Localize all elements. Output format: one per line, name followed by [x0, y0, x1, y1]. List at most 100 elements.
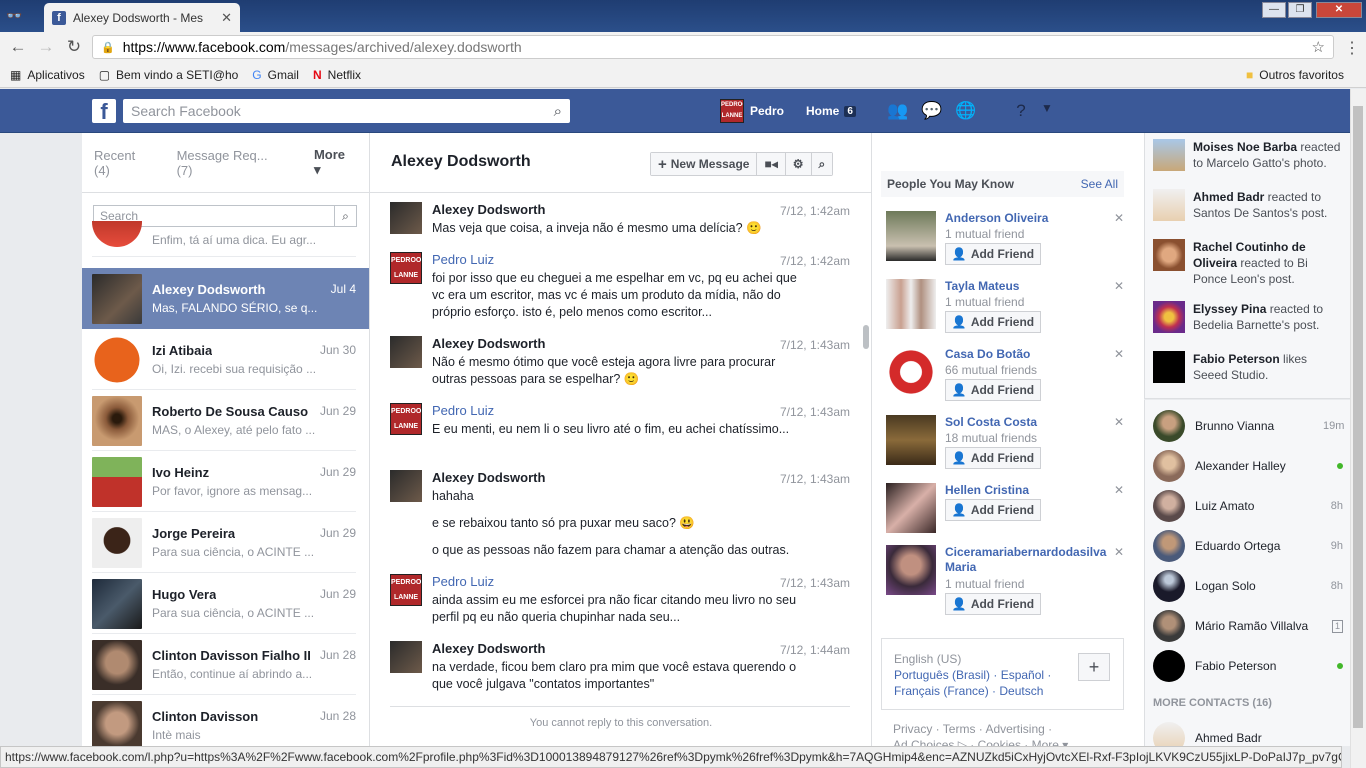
pymk-name[interactable]: Anderson Oliveira — [945, 211, 1103, 226]
sender-name[interactable]: Alexey Dodsworth — [432, 470, 545, 485]
pymk-name[interactable]: Sol Costa Costa — [945, 415, 1103, 430]
other-bookmarks[interactable]: ■ Outros favoritos — [1246, 68, 1344, 82]
new-message-button[interactable]: + New Message — [651, 153, 758, 175]
facebook-search-input[interactable]: Search Facebook ⌕ — [123, 99, 570, 123]
thread-item[interactable]: Jorge Pereira Jun 29 Para sua ciência, o A… — [82, 512, 369, 573]
contact-avatar — [1153, 410, 1185, 442]
sender-name[interactable]: Pedro Luiz — [432, 403, 494, 418]
more-dropdown[interactable]: More ▾ — [314, 147, 360, 178]
search-icon[interactable]: ⌕ — [554, 103, 562, 120]
pymk-avatar[interactable] — [886, 211, 936, 261]
chat-contact[interactable]: Eduardo Ortega 9h — [1153, 526, 1343, 566]
friend-requests-icon[interactable]: 👥 — [887, 101, 909, 123]
bookmark-gmail[interactable]: G Gmail — [252, 68, 299, 82]
message-avatar[interactable]: PEDROOM LANNE — [390, 403, 422, 435]
bookmark-seti[interactable]: ▢ Bem vindo a SETI@ho — [99, 68, 239, 82]
add-friend-button[interactable]: 👤 Add Friend — [945, 311, 1041, 333]
chat-contact[interactable]: Logan Solo 8h — [1153, 566, 1343, 606]
message: PEDROOM LANNE Pedro Luiz 7/12, 1:43am ai… — [390, 574, 860, 634]
reload-icon[interactable]: ↻ — [60, 37, 88, 57]
message-avatar[interactable] — [390, 470, 422, 502]
add-friend-button[interactable]: 👤 Add Friend — [945, 447, 1041, 469]
tab-recent[interactable]: Recent (4) — [94, 148, 167, 178]
message-avatar[interactable]: PEDROOM LANNE — [390, 252, 422, 284]
dismiss-icon[interactable]: ✕ — [1114, 347, 1124, 361]
dismiss-icon[interactable]: ✕ — [1114, 545, 1124, 559]
ticker-item[interactable]: Rachel Coutinho de Oliveira reacted to B… — [1153, 239, 1345, 287]
profile-link[interactable]: PEDROOM LANNE Pedro — [720, 99, 784, 123]
browser-tab[interactable]: f Alexey Dodsworth - Mes ✕ — [44, 3, 240, 32]
facebook-logo-icon[interactable]: f — [92, 99, 116, 124]
ticker-item[interactable]: Elyssey Pina reacted to Bedelia Barnette… — [1153, 301, 1345, 333]
pymk-avatar[interactable] — [886, 347, 936, 397]
close-tab-icon[interactable]: ✕ — [221, 10, 232, 26]
thread-item[interactable]: Roberto De Sousa Causo Jun 29 MAS, o Alexe… — [82, 390, 369, 451]
ticker-item[interactable]: Fabio Peterson likes Seeed Studio. — [1153, 351, 1345, 383]
bookmark-netflix[interactable]: N Netflix — [313, 68, 361, 82]
pymk-avatar[interactable] — [886, 545, 936, 595]
bookmark-star-icon[interactable]: ☆ — [1312, 38, 1325, 56]
thread-item[interactable]: Hugo Vera Jun 29 Para sua ciência, o ACINT… — [82, 573, 369, 634]
add-friend-button[interactable]: 👤 Add Friend — [945, 499, 1041, 521]
address-bar[interactable]: 🔒 https://www.facebook.com /messages/arc… — [92, 35, 1334, 59]
pymk-name[interactable]: Casa Do Botão — [945, 347, 1103, 362]
ticker-item[interactable]: Ahmed Badr reacted to Santos De Santos's… — [1153, 189, 1345, 221]
sender-name[interactable]: Alexey Dodsworth — [432, 336, 545, 351]
message-avatar[interactable] — [390, 336, 422, 368]
dismiss-icon[interactable]: ✕ — [1114, 483, 1124, 497]
messages-icon[interactable]: 💬 — [921, 101, 943, 123]
minimize-icon[interactable]: — — [1262, 2, 1286, 18]
add-friend-button[interactable]: 👤 Add Friend — [945, 379, 1041, 401]
account-menu-caret-icon[interactable]: ▼ — [1036, 101, 1058, 123]
add-friend-button[interactable]: 👤 Add Friend — [945, 593, 1041, 615]
chat-contact[interactable]: Mário Ramão Villalva 1 — [1153, 606, 1343, 646]
bookmark-apps[interactable]: ▦ Aplicativos — [10, 68, 85, 82]
notifications-globe-icon[interactable]: 🌐 — [955, 101, 977, 123]
page-scrollbar-thumb[interactable] — [1353, 106, 1363, 728]
tab-message-requests[interactable]: Message Req... (7) — [177, 148, 294, 178]
add-friend-button[interactable]: 👤 Add Friend — [945, 243, 1041, 265]
ticker-item[interactable]: Moises Noe Barba reacted to Marcelo Gatt… — [1153, 139, 1345, 171]
pymk-name[interactable]: Tayla Mateus — [945, 279, 1103, 294]
message-avatar[interactable]: PEDROOM LANNE — [390, 574, 422, 606]
add-language-button[interactable]: + — [1078, 653, 1110, 681]
thread-item[interactable]: Clinton Davisson Fialho II Jun 28 Então, c… — [82, 634, 369, 695]
pymk-avatar[interactable] — [886, 415, 936, 465]
message-avatar[interactable] — [390, 202, 422, 234]
chat-contact[interactable]: Luiz Amato 8h — [1153, 486, 1343, 526]
window-close-icon[interactable]: ✕ — [1316, 2, 1362, 18]
language-links[interactable]: Français (France) · Deutsch — [894, 683, 1111, 699]
thread-item[interactable]: Ivo Heinz Jun 29 Por favor, ignore as mens… — [82, 451, 369, 512]
sender-name[interactable]: Alexey Dodsworth — [432, 202, 545, 217]
chat-contact[interactable]: Fabio Peterson — [1153, 646, 1343, 686]
home-link[interactable]: Home 6 — [806, 104, 856, 118]
sender-name[interactable]: Pedro Luiz — [432, 252, 494, 267]
conversation-scrollbar[interactable] — [863, 325, 869, 349]
thread-item[interactable]: Izi Atibaia Jun 30 Oi, Izi. recebi sua req… — [82, 329, 369, 390]
thread-item[interactable]: Enfim, tá aí uma dica. Eu agr... — [82, 221, 369, 257]
help-icon[interactable]: ? — [1010, 101, 1032, 123]
chat-contact[interactable]: Brunno Vianna 19m — [1153, 406, 1344, 446]
thread-item[interactable]: Clinton Davisson Jun 28 Intè mais — [82, 695, 369, 746]
forward-icon[interactable]: → — [32, 37, 60, 57]
video-call-button[interactable]: ■◂ — [757, 153, 786, 175]
dismiss-icon[interactable]: ✕ — [1114, 415, 1124, 429]
chat-contact[interactable]: Ahmed Badr — [1153, 718, 1343, 746]
maximize-icon[interactable]: ❐ — [1288, 2, 1312, 18]
search-conversation-button[interactable]: ⌕ — [811, 153, 833, 175]
dismiss-icon[interactable]: ✕ — [1114, 211, 1124, 225]
chat-contact[interactable]: Alexander Halley — [1153, 446, 1343, 486]
pymk-name[interactable]: Ciceramariabernardodasilva Maria — [945, 545, 1106, 575]
settings-button[interactable]: ⚙ — [785, 153, 812, 175]
pymk-avatar[interactable] — [886, 279, 936, 329]
dismiss-icon[interactable]: ✕ — [1114, 279, 1124, 293]
back-icon[interactable]: ← — [4, 37, 32, 57]
see-all-link[interactable]: See All — [1081, 177, 1118, 191]
sender-name[interactable]: Alexey Dodsworth — [432, 641, 545, 656]
pymk-avatar[interactable] — [886, 483, 936, 533]
chrome-menu-icon[interactable]: ⋮ — [1344, 38, 1360, 58]
pymk-name[interactable]: Hellen Cristina — [945, 483, 1103, 498]
thread-item-selected[interactable]: Alexey Dodsworth Jul 4 Mas, FALANDO SÉRIO… — [82, 268, 369, 329]
sender-name[interactable]: Pedro Luiz — [432, 574, 494, 589]
message-avatar[interactable] — [390, 641, 422, 673]
